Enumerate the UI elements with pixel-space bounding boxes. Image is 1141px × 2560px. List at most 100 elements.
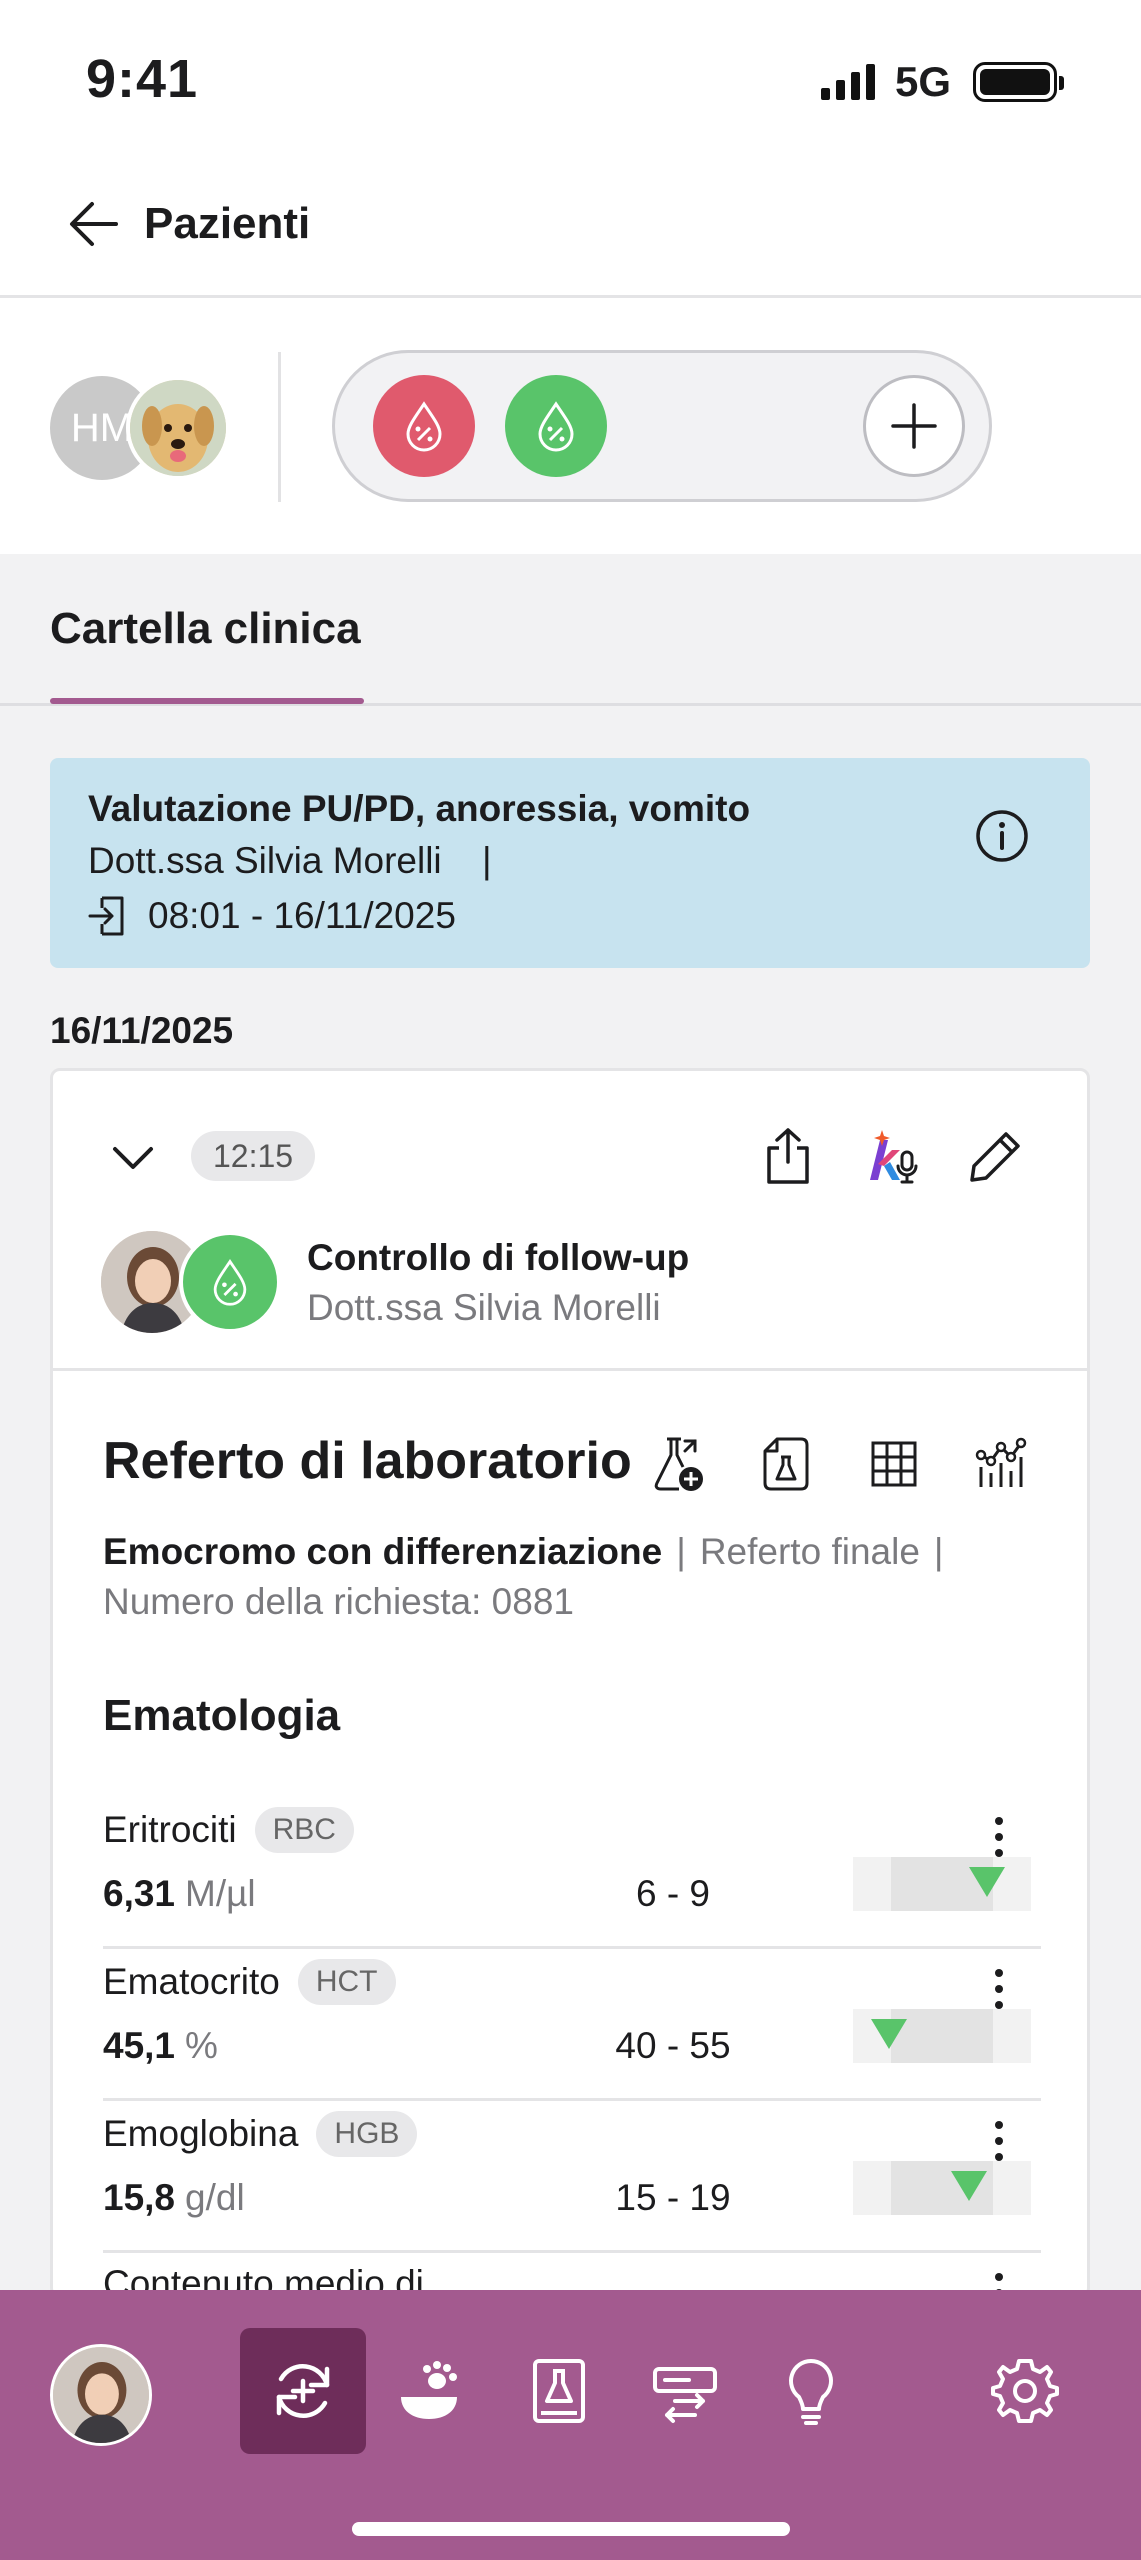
entry-time-badge: 12:15	[191, 1131, 316, 1181]
signal-icon	[820, 64, 875, 100]
result-row: Emoglobina HGB 15,8 g/dl 15 - 19	[103, 2101, 1041, 2253]
edit-button[interactable]	[965, 1125, 1027, 1187]
pencil-icon	[970, 1132, 1020, 1182]
result-row: Ematocrito HCT 45,1% 40 - 55	[103, 1949, 1041, 2101]
bottom-nav	[0, 2290, 1141, 2560]
table-view-button[interactable]	[865, 1435, 923, 1493]
lab-report-icon	[533, 2359, 585, 2423]
entry-actions	[757, 1125, 1027, 1187]
patient-strip: HM	[0, 300, 1141, 554]
range-marker	[950, 2171, 987, 2201]
tab-active-indicator	[50, 698, 364, 704]
result-value: 45,1	[103, 2025, 176, 2066]
lab-meta-separator: |	[676, 1531, 686, 1572]
add-lab-test-button[interactable]	[649, 1435, 707, 1493]
lab-meta: Emocromo con differenziazione | Referto fi…	[103, 1527, 1043, 1627]
drop-percent-icon	[213, 1259, 247, 1306]
plus-icon	[891, 403, 937, 449]
share-icon	[767, 1128, 809, 1184]
pet-bowl-icon	[401, 2361, 457, 2419]
visit-doctor-separator: |	[481, 840, 492, 881]
lab-document-button[interactable]	[757, 1435, 815, 1493]
ticket-transfer-icon	[653, 2367, 717, 2423]
add-episode-button[interactable]	[863, 375, 965, 477]
battery-icon	[973, 62, 1064, 102]
episode-selector	[332, 350, 992, 502]
nav-patients[interactable]	[370, 2328, 496, 2454]
nav-settings[interactable]	[962, 2328, 1088, 2454]
result-row: Eritrociti RBC 6,31 M/µl 6 - 9	[103, 1797, 1041, 1949]
nav-bar: Pazienti	[0, 160, 1141, 298]
entry-doctor: Dott.ssa Silvia Morelli	[307, 1287, 661, 1328]
dog-photo	[130, 380, 226, 476]
lab-test-name: Emocromo con differenziazione	[103, 1531, 663, 1572]
chevron-down-icon[interactable]	[109, 1133, 157, 1181]
chart-view-button[interactable]	[973, 1435, 1031, 1493]
strip-divider	[278, 352, 281, 502]
home-indicator	[352, 2522, 790, 2536]
network-label: 5G	[894, 58, 951, 105]
range-indicator	[853, 2009, 1031, 2063]
content-area: Cartella clinica Valutazione PU/PD, anor…	[0, 554, 1141, 2298]
back-button[interactable]: Pazienti	[66, 196, 310, 252]
range-marker	[870, 2019, 907, 2049]
visit-title: Valutazione PU/PD, anoressia, vomito	[88, 788, 751, 829]
result-unit: %	[185, 2025, 218, 2066]
result-name: Ematocrito	[103, 1961, 280, 2002]
result-code-badge: HGB	[316, 2111, 418, 2157]
nav-transfers[interactable]	[622, 2328, 748, 2454]
result-value: 15,8	[103, 2177, 176, 2218]
info-icon[interactable]	[974, 808, 1030, 864]
entry-type-badge	[179, 1231, 281, 1333]
result-name: Emoglobina	[103, 2113, 299, 2154]
visit-time: 08:01 - 16/11/2025	[148, 895, 456, 936]
entry-header: 12:15 Controllo di follow-up Dott.ssa Si…	[53, 1071, 1087, 1371]
share-button[interactable]	[757, 1125, 819, 1187]
visit-time-row: 08:01 - 16/11/2025	[88, 894, 1052, 938]
status-time: 9:41	[86, 49, 199, 109]
gear-icon	[991, 2359, 1059, 2423]
tab-cartella-clinica[interactable]: Cartella clinica	[50, 604, 361, 654]
section-title: Ematologia	[103, 1691, 341, 1740]
back-label: Pazienti	[144, 199, 311, 248]
grid-icon	[871, 1441, 917, 1487]
pet-avatar[interactable]	[126, 376, 230, 480]
nav-visits[interactable]	[240, 2328, 366, 2454]
range-indicator	[853, 2161, 1031, 2215]
lab-status: Referto finale	[699, 1531, 920, 1572]
ai-dictation-button[interactable]	[861, 1125, 923, 1187]
more-options-button[interactable]	[979, 1817, 1019, 1857]
range-marker	[968, 1867, 1005, 1897]
result-unit: g/dl	[185, 2177, 245, 2218]
result-reference-range: 15 - 19	[615, 2177, 731, 2218]
refresh-plus-icon	[276, 2364, 330, 2418]
lab-report-title: Referto di laboratorio	[103, 1432, 632, 1490]
arrow-left-icon	[70, 202, 118, 246]
ai-mic-icon	[870, 1130, 918, 1184]
lightbulb-icon	[789, 2359, 833, 2425]
user-photo	[53, 2347, 149, 2443]
nav-ideas[interactable]	[748, 2328, 874, 2454]
more-options-button[interactable]	[979, 2121, 1019, 2161]
range-indicator	[853, 1857, 1031, 1911]
drop-percent-icon	[538, 401, 574, 452]
trend-chart-icon	[975, 1437, 1027, 1487]
drop-percent-icon	[406, 401, 442, 452]
nav-lab[interactable]	[496, 2328, 622, 2454]
visit-doctor: Dott.ssa Silvia Morelli |	[88, 840, 1052, 882]
result-reference-range: 6 - 9	[635, 1873, 711, 1914]
lab-tools	[649, 1435, 1031, 1493]
check-in-icon	[88, 896, 124, 936]
tab-bar: Cartella clinica	[0, 554, 1141, 706]
clinical-entry-card: 12:15 Controllo di follow-up Dott.ssa Si…	[50, 1068, 1090, 2298]
visit-summary-card[interactable]: Valutazione PU/PD, anoressia, vomito Dot…	[50, 758, 1090, 968]
more-options-button[interactable]	[979, 1969, 1019, 2009]
visit-doctor-name: Dott.ssa Silvia Morelli	[88, 840, 442, 881]
episode-green[interactable]	[505, 375, 607, 477]
date-label: 16/11/2025	[50, 1010, 234, 1051]
result-unit: M/µl	[185, 1873, 256, 1914]
status-indicators: 5G	[820, 58, 1064, 106]
episode-red[interactable]	[373, 375, 475, 477]
flask-plus-icon	[654, 1437, 703, 1491]
user-avatar[interactable]	[50, 2344, 152, 2446]
